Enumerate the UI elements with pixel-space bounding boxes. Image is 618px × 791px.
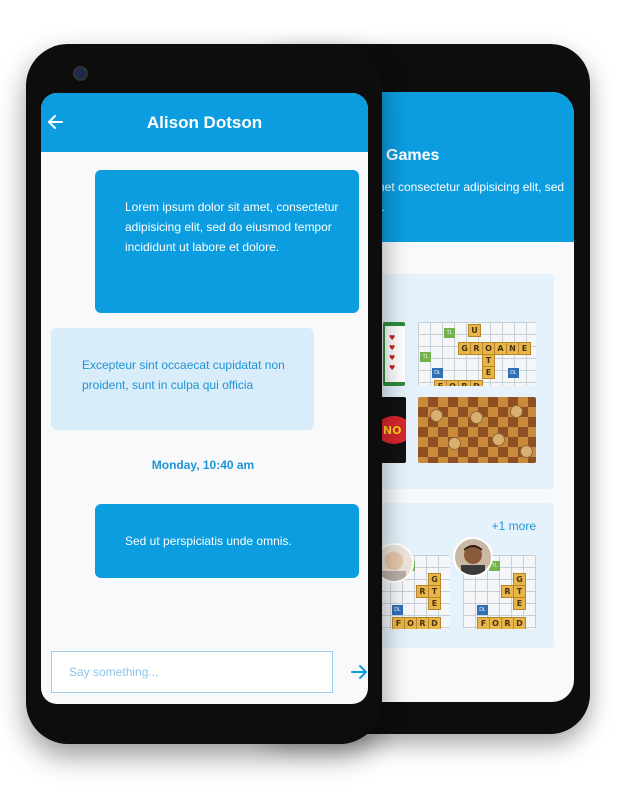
svg-text:♥: ♥: [389, 334, 395, 342]
svg-text:♥: ♥: [389, 344, 395, 352]
chat-contact-name: Alison Dotson: [146, 113, 263, 132]
svg-text:♥: ♥: [389, 354, 395, 362]
message-text: Excepteur sint occaecat cupidatat non pr…: [82, 358, 285, 392]
message-input[interactable]: [51, 651, 333, 693]
outgoing-message: Sed ut perspiciatis unde omnis.: [95, 504, 359, 578]
player-avatar-2: [453, 537, 493, 577]
chat-header: Alison Dotson: [41, 93, 368, 152]
uno-thumbnail[interactable]: UNO: [378, 397, 406, 463]
games-title: Games: [386, 147, 440, 164]
message-text: Sed ut perspiciatis unde omnis.: [125, 534, 292, 548]
more-games-link[interactable]: +1 more: [492, 519, 536, 533]
arrow-right-icon[interactable]: [348, 661, 368, 683]
games-description: amet consectetur adipisicing elit, sed d…: [368, 180, 565, 214]
outgoing-message: Lorem ipsum dolor sit amet, consectetur …: [95, 170, 359, 313]
solitaire-thumbnail[interactable]: ♥ ♥ ♥ ♥: [383, 322, 405, 386]
incoming-message: Excepteur sint occaecat cupidatat non pr…: [51, 328, 314, 430]
scrabble-thumbnail[interactable]: TL U G R O A N E T E TL DL DL F O R D: [418, 322, 536, 386]
front-camera: [73, 66, 88, 81]
svg-text:♥: ♥: [389, 364, 395, 372]
message-timestamp: Monday, 10:40 am: [151, 458, 255, 472]
chat-screen: Alison Dotson Lorem ipsum dolor sit amet…: [41, 93, 368, 704]
checkers-thumbnail[interactable]: [418, 397, 536, 463]
message-text: Lorem ipsum dolor sit amet, consectetur …: [125, 200, 339, 254]
